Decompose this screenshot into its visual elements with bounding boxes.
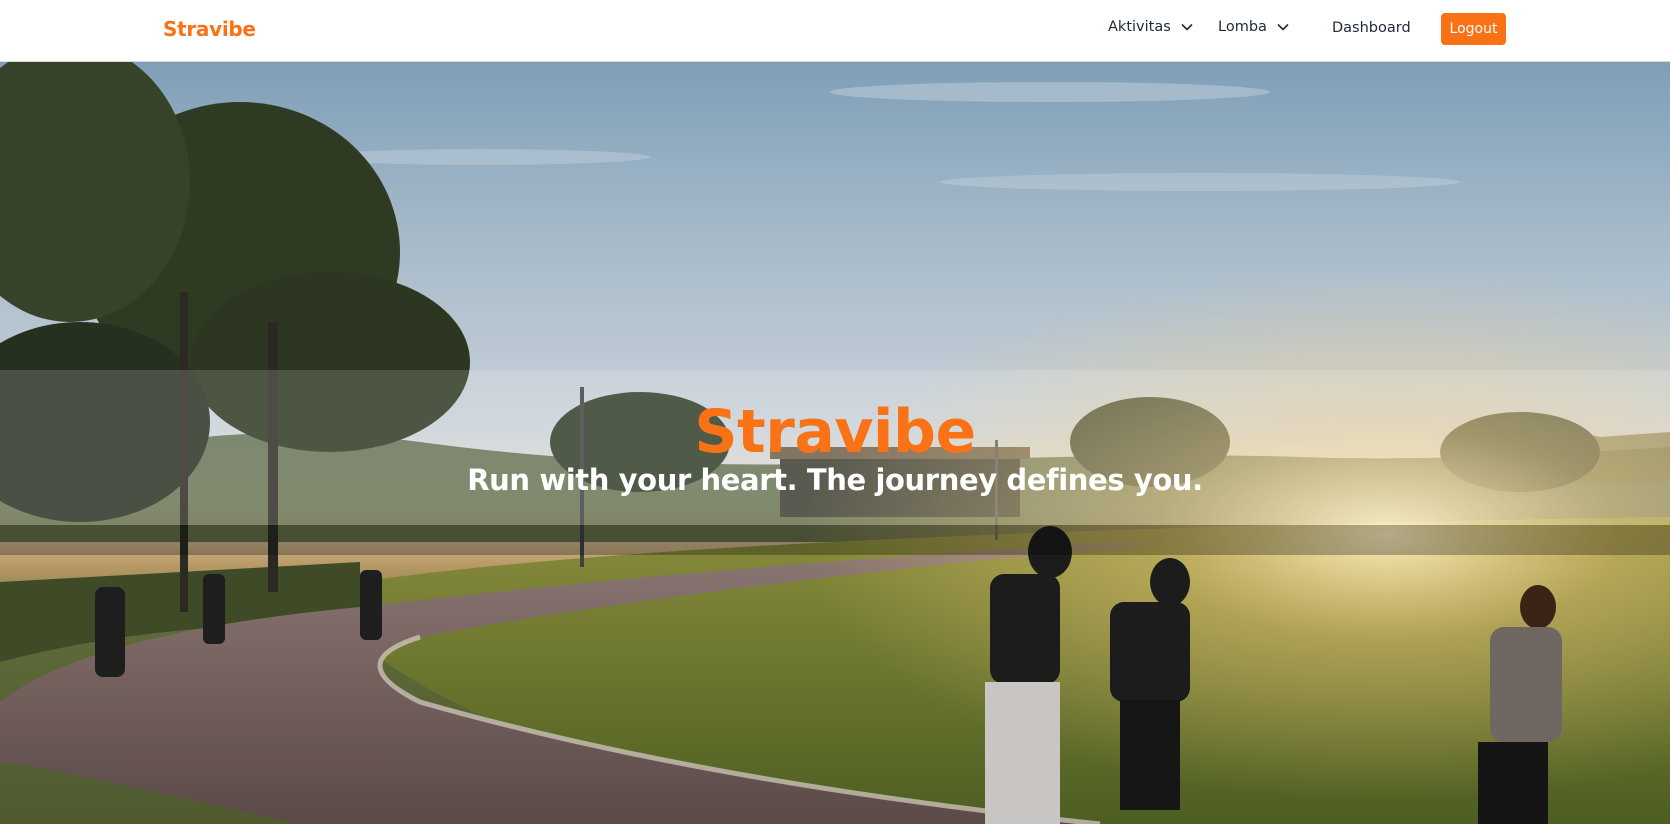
nav-link-dashboard[interactable]: Dashboard xyxy=(1332,20,1411,36)
hero-tagline: Run with your heart. The journey defines… xyxy=(467,463,1203,497)
nav-lomba-label: Lomba xyxy=(1218,19,1267,35)
chevron-down-icon xyxy=(1181,23,1193,31)
hero-banner-shadow xyxy=(0,525,1670,555)
chevron-down-icon xyxy=(1277,23,1289,31)
nav-aktivitas-label: Aktivitas xyxy=(1108,19,1171,35)
nav-dropdown-aktivitas[interactable]: Aktivitas xyxy=(1108,19,1193,35)
brand-logo[interactable]: Stravibe xyxy=(163,17,256,41)
hero-section: Stravibe Run with your heart. The journe… xyxy=(0,62,1670,824)
top-navbar: Stravibe Aktivitas Lomba Dashboard Logou… xyxy=(0,0,1670,62)
nav-dropdown-lomba[interactable]: Lomba xyxy=(1218,19,1289,35)
logout-button[interactable]: Logout xyxy=(1441,13,1506,45)
hero-title: Stravibe xyxy=(694,397,976,467)
